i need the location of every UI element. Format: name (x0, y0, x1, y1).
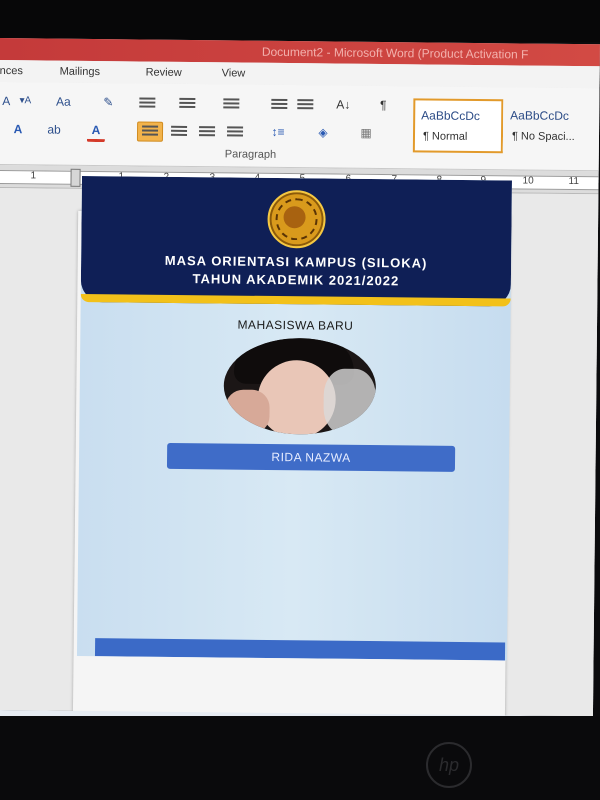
student-name-bar: RIDA NAZWA (166, 442, 456, 472)
style-no-spacing[interactable]: AaBbCcDc ¶ No Spaci... (502, 99, 592, 153)
card-title-line1: MASA ORIENTASI KAMPUS (SILOKA) (164, 252, 428, 271)
multilevel-list-icon[interactable] (223, 98, 240, 110)
card-header: MASA ORIENTASI KAMPUS (SILOKA) TAHUN AKA… (80, 176, 512, 307)
photo-shade (323, 368, 376, 436)
ruler-number: 1 (30, 170, 37, 182)
bullets-icon[interactable] (139, 97, 156, 109)
numbering-icon[interactable] (179, 97, 196, 110)
header-gold-stripe (80, 293, 511, 307)
style-no-spacing-sample: AaBbCcDc (510, 108, 569, 123)
line-spacing-icon[interactable]: ↕≡ (265, 123, 291, 141)
ribbon: A ▾A Aa ✎ A↓ ¶ A ab A ↕≡ ◈ ▦ Paragraph A… (0, 81, 600, 172)
style-no-spacing-label: ¶ No Spaci... (511, 130, 575, 144)
style-normal-label: ¶ Normal (422, 130, 468, 143)
justify-icon[interactable] (226, 126, 244, 138)
decrease-indent-icon[interactable] (271, 98, 288, 111)
align-left-icon[interactable] (136, 121, 164, 142)
ruler-number: 11 (568, 175, 579, 188)
text-effects-icon[interactable]: A (9, 120, 27, 138)
student-photo (223, 337, 377, 436)
sort-icon[interactable]: A↓ (333, 95, 353, 113)
shrink-font-icon[interactable]: A (0, 92, 13, 110)
style-normal[interactable]: AaBbCcDc ¶ Normal (412, 98, 504, 154)
monitor-top-bezel (0, 0, 600, 42)
tab-references[interactable]: nces (0, 65, 23, 77)
borders-icon[interactable]: ▦ (353, 124, 379, 142)
shading-icon[interactable]: ◈ (311, 123, 335, 141)
university-logo (267, 189, 326, 249)
align-right-icon[interactable] (198, 126, 216, 138)
clear-formatting-icon[interactable]: ✎ (97, 93, 119, 111)
card-title-line2: TAHUN AKADEMIK 2021/2022 (192, 271, 400, 289)
tab-mailings[interactable]: Mailings (60, 66, 100, 78)
ruler-number: 10 (522, 175, 534, 187)
monitor-bottom-bezel (0, 716, 600, 800)
photo-hand (225, 389, 270, 434)
logo-emblem (283, 206, 306, 229)
align-center-icon[interactable] (170, 125, 188, 138)
window-title: Document2 - Microsoft Word (Product Acti… (261, 44, 529, 62)
style-normal-sample: AaBbCcDc (421, 108, 480, 124)
hp-logo: hp (426, 742, 472, 788)
font-color-icon[interactable]: A (86, 120, 106, 143)
increase-indent-icon[interactable] (297, 99, 314, 111)
role-label: MAHASISWA BARU (237, 317, 354, 333)
change-case-icon[interactable]: Aa (51, 93, 75, 111)
font-size-dropdown-icon[interactable]: ▾A (17, 92, 33, 110)
tab-review[interactable]: Review (146, 67, 182, 79)
highlight-color-icon[interactable]: ab (43, 120, 65, 138)
show-formatting-marks-icon[interactable]: ¶ (375, 96, 391, 114)
paragraph-group-label: Paragraph (224, 148, 277, 161)
id-card: MASA ORIENTASI KAMPUS (SILOKA) TAHUN AKA… (76, 176, 512, 661)
indent-marker-icon[interactable] (70, 168, 81, 187)
tab-view[interactable]: View (222, 67, 246, 79)
